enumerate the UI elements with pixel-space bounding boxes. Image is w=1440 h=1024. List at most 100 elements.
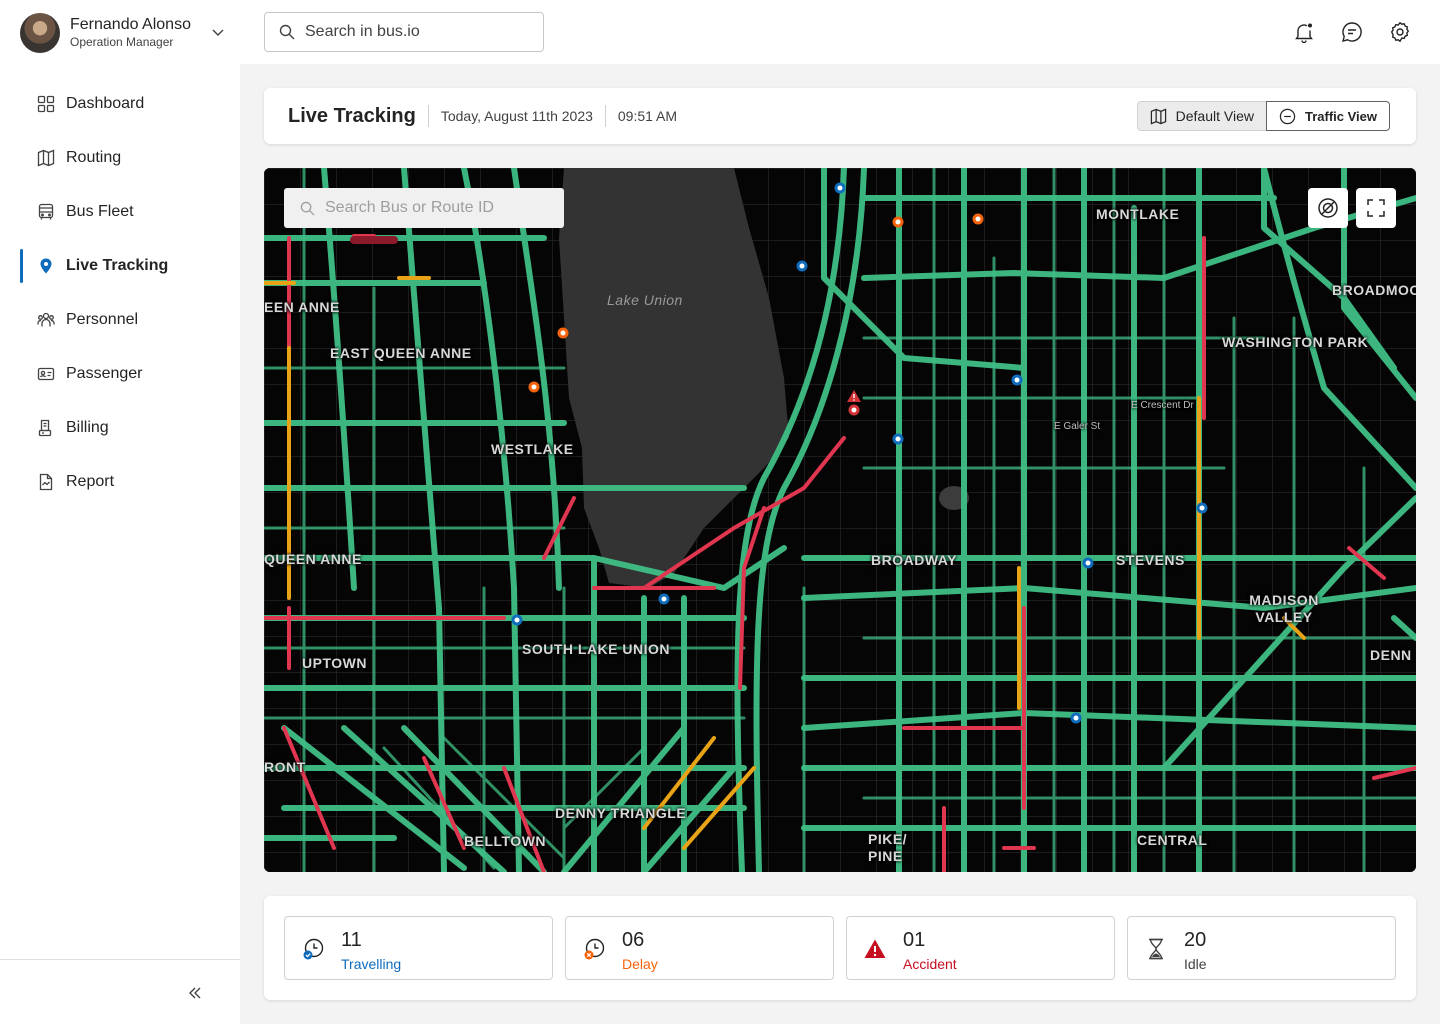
map-label-broadway: BROADWAY: [871, 552, 957, 568]
bus-marker[interactable]: [834, 182, 846, 194]
traffic-view-button[interactable]: Traffic View: [1265, 101, 1390, 131]
chevron-down-icon[interactable]: [210, 24, 226, 40]
stat-label: Idle: [1184, 956, 1207, 972]
sidebar-item-label: Live Tracking: [66, 257, 169, 274]
clock-check-icon: [303, 938, 324, 960]
bus-marker-delay[interactable]: [892, 216, 904, 228]
bus-marker[interactable]: [511, 614, 523, 626]
map-icon: [36, 148, 56, 168]
fullscreen-button[interactable]: [1356, 188, 1396, 228]
map-search-input[interactable]: [325, 199, 555, 217]
search-input[interactable]: [305, 23, 525, 41]
stat-idle[interactable]: 20 Idle: [1127, 916, 1396, 980]
accident-warning-icon[interactable]: [846, 389, 862, 403]
map-label-queen-anne: QUEEN ANNE: [264, 551, 362, 567]
stat-value: 20: [1184, 929, 1207, 951]
stat-travelling[interactable]: 11 Travelling: [284, 916, 553, 980]
fullscreen-icon: [1367, 199, 1385, 217]
map-label-belltown: BELLTOWN: [464, 833, 547, 849]
stat-value: 11: [341, 929, 362, 951]
map-label-denny: DENN: [1370, 647, 1412, 663]
map-search[interactable]: [284, 188, 564, 228]
map-label-montlake: MONTLAKE: [1096, 206, 1180, 222]
sidebar-item-passenger[interactable]: Passenger: [0, 347, 240, 401]
avatar: [20, 13, 60, 53]
page-title: Live Tracking: [288, 104, 416, 127]
bus-marker[interactable]: [658, 593, 670, 605]
current-time: 09:51 AM: [617, 108, 678, 124]
bus-marker-delay[interactable]: [972, 213, 984, 225]
map-label-washington-park: WASHINGTON PARK: [1222, 334, 1369, 350]
map-label-broadmoor: BROADMOO: [1332, 282, 1416, 298]
top-icons: [1292, 20, 1412, 44]
sidebar-item-live-tracking[interactable]: Live Tracking: [0, 239, 240, 293]
sidebar-item-label: Personnel: [66, 311, 139, 328]
sidebar: Fernando Alonso Operation Manager Dashbo…: [0, 0, 240, 1024]
map-label-central: CENTRAL: [1137, 832, 1208, 848]
divider: [604, 105, 606, 127]
map-label-south-lake-union: SOUTH LAKE UNION: [522, 641, 670, 657]
sidebar-item-label: Dashboard: [66, 95, 145, 112]
bus-marker[interactable]: [796, 260, 808, 272]
gear-icon[interactable]: [1388, 20, 1412, 44]
warning-icon: [864, 939, 886, 958]
user-profile[interactable]: Fernando Alonso Operation Manager: [20, 12, 230, 54]
id-card-icon: [36, 364, 56, 384]
stat-accident[interactable]: 01 Accident: [846, 916, 1115, 980]
bus-marker[interactable]: [1082, 557, 1094, 569]
map-label-madison-valley: MADISON VALLEY: [1249, 592, 1319, 625]
map-label-lake-union: Lake Union: [607, 292, 683, 308]
bus-marker[interactable]: [892, 433, 904, 445]
map-label-galer: E Galer St: [1054, 421, 1101, 432]
chat-icon[interactable]: [1340, 20, 1364, 44]
bus-marker-delay[interactable]: [557, 327, 569, 339]
map-label-east-queen-anne: EAST QUEEN ANNE: [330, 345, 472, 361]
sidebar-item-billing[interactable]: Billing: [0, 401, 240, 455]
bus-icon: [36, 202, 56, 222]
map-label-pike-pine: PIKE/ PINE: [868, 831, 908, 864]
sidebar-item-label: Report: [66, 473, 115, 490]
stat-label: Delay: [622, 956, 658, 972]
location-pin-icon: [36, 256, 56, 276]
grid-icon: [36, 94, 56, 114]
collapse-sidebar-button[interactable]: [184, 982, 206, 1004]
map-label-queen-anne-top: EEN ANNE: [264, 299, 340, 315]
prohibited-icon: [1318, 198, 1338, 218]
receipt-icon: [36, 418, 56, 438]
sidebar-item-label: Passenger: [66, 365, 143, 382]
map-label-denny-triangle: DENNY TRIANGLE: [555, 805, 687, 821]
sidebar-item-routing[interactable]: Routing: [0, 131, 240, 185]
map-label-front: RONT: [264, 759, 306, 775]
sidebar-item-report[interactable]: Report: [0, 455, 240, 509]
stat-delay[interactable]: 06 Delay: [565, 916, 834, 980]
people-icon: [36, 310, 56, 330]
live-map[interactable]: Lake Union MONTLAKE BROADMOO EEN ANNE EA…: [264, 168, 1416, 872]
sidebar-item-label: Billing: [66, 419, 109, 436]
bus-marker-delay[interactable]: [528, 381, 540, 393]
sidebar-item-bus-fleet[interactable]: Bus Fleet: [0, 185, 240, 239]
sidebar-item-dashboard[interactable]: Dashboard: [0, 77, 240, 131]
bus-marker-accident[interactable]: [848, 404, 860, 416]
sidebar-item-label: Bus Fleet: [66, 203, 134, 220]
bell-icon[interactable]: [1292, 20, 1316, 44]
sidebar-nav: Dashboard Routing Bus Fleet Live Trackin…: [0, 77, 240, 509]
default-view-label: Default View: [1175, 108, 1254, 124]
search-icon: [279, 24, 295, 40]
map-label-westlake: WESTLAKE: [491, 441, 574, 457]
stat-label: Accident: [903, 956, 957, 972]
bus-marker[interactable]: [1196, 502, 1208, 514]
traffic-view-label: Traffic View: [1304, 108, 1377, 124]
double-chevron-left-icon: [189, 987, 201, 999]
clock-delay-icon: [584, 938, 605, 960]
no-traffic-button[interactable]: [1308, 188, 1348, 228]
bus-marker[interactable]: [1011, 374, 1023, 386]
global-search[interactable]: [264, 12, 544, 52]
sidebar-item-personnel[interactable]: Personnel: [0, 293, 240, 347]
user-role: Operation Manager: [70, 35, 174, 50]
map-label-stevens: STEVENS: [1116, 552, 1185, 568]
user-name: Fernando Alonso: [70, 15, 191, 33]
bus-marker[interactable]: [1070, 712, 1082, 724]
document-icon: [36, 472, 56, 492]
stat-value: 06: [622, 929, 645, 951]
default-view-button[interactable]: Default View: [1136, 101, 1266, 131]
